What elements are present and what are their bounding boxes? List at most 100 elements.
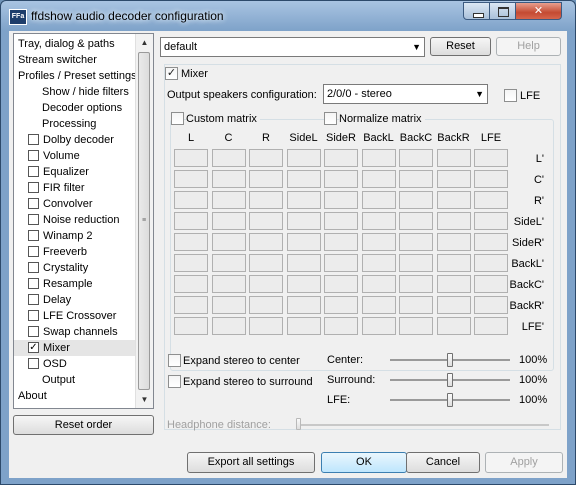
close-button[interactable]: ✕ — [515, 2, 562, 20]
matrix-cell[interactable] — [249, 254, 283, 272]
output-config-select[interactable]: 2/0/0 - stereo ▼ — [323, 84, 488, 104]
matrix-cell[interactable] — [324, 149, 358, 167]
matrix-cell[interactable] — [324, 296, 358, 314]
matrix-cell[interactable] — [436, 149, 471, 167]
scroll-down-icon[interactable]: ▼ — [136, 391, 153, 408]
matrix-cell[interactable] — [286, 191, 321, 209]
matrix-cell[interactable] — [361, 254, 396, 272]
matrix-cell[interactable] — [174, 317, 208, 335]
matrix-cell[interactable] — [211, 170, 246, 188]
export-all-settings-button[interactable]: Export all settings — [187, 452, 315, 473]
minimize-button[interactable] — [463, 2, 490, 20]
matrix-cell[interactable] — [324, 233, 358, 251]
tree-item[interactable]: Freeverb — [14, 244, 137, 260]
matrix-cell[interactable] — [399, 296, 433, 314]
matrix-cell[interactable] — [286, 233, 321, 251]
matrix-cell[interactable] — [399, 191, 433, 209]
scroll-up-icon[interactable]: ▲ — [136, 34, 153, 51]
level-slider-thumb[interactable] — [447, 373, 453, 387]
matrix-cell[interactable] — [399, 275, 433, 293]
matrix-cell[interactable] — [174, 296, 208, 314]
tree-item[interactable]: Crystality — [14, 260, 137, 276]
matrix-cell[interactable] — [174, 212, 208, 230]
tree-item-checkbox[interactable] — [28, 245, 39, 257]
tree-item[interactable]: Decoder options — [14, 100, 137, 116]
matrix-cell[interactable] — [211, 149, 246, 167]
tree-item-checkbox[interactable] — [28, 149, 39, 161]
matrix-cell[interactable] — [436, 212, 471, 230]
level-slider-thumb[interactable] — [447, 393, 453, 407]
tree-item[interactable]: FIR filter — [14, 180, 137, 196]
matrix-cell[interactable] — [249, 212, 283, 230]
matrix-cell[interactable] — [361, 191, 396, 209]
matrix-cell[interactable] — [399, 149, 433, 167]
matrix-cell[interactable] — [361, 233, 396, 251]
tree-item[interactable]: Resample — [14, 276, 137, 292]
tree-item[interactable]: Noise reduction — [14, 212, 137, 228]
matrix-cell[interactable] — [211, 212, 246, 230]
matrix-cell[interactable] — [474, 212, 508, 230]
tree-item[interactable]: Convolver — [14, 196, 137, 212]
tree-item[interactable]: LFE Crossover — [14, 308, 137, 324]
tree-scrollbar[interactable]: ▲ ≡ ▼ — [135, 34, 153, 408]
headphone-distance-slider[interactable] — [296, 418, 301, 430]
tree-item[interactable]: ✓ Mixer — [14, 340, 137, 356]
matrix-cell[interactable] — [361, 212, 396, 230]
tree-item[interactable]: Output — [14, 372, 137, 388]
matrix-cell[interactable] — [474, 233, 508, 251]
matrix-cell[interactable] — [436, 254, 471, 272]
scroll-thumb[interactable]: ≡ — [138, 52, 150, 390]
custom-matrix-checkbox[interactable] — [171, 112, 184, 125]
tree-item-checkbox[interactable] — [28, 165, 39, 177]
ok-button[interactable]: OK — [321, 452, 407, 473]
tree-item-checkbox[interactable] — [28, 229, 39, 241]
tree-item[interactable]: Swap channels — [14, 324, 137, 340]
matrix-cell[interactable] — [249, 191, 283, 209]
preset-select[interactable]: default ▼ — [160, 37, 425, 57]
tree-item-checkbox[interactable] — [28, 181, 39, 193]
matrix-cell[interactable] — [474, 191, 508, 209]
tree-item[interactable]: Processing — [14, 116, 137, 132]
matrix-cell[interactable] — [324, 317, 358, 335]
matrix-cell[interactable] — [361, 317, 396, 335]
matrix-cell[interactable] — [286, 317, 321, 335]
help-button[interactable]: Help — [496, 37, 561, 56]
matrix-cell[interactable] — [286, 149, 321, 167]
matrix-cell[interactable] — [249, 149, 283, 167]
matrix-cell[interactable] — [174, 149, 208, 167]
mixer-enable-checkbox[interactable]: ✓ — [165, 67, 178, 80]
matrix-cell[interactable] — [399, 254, 433, 272]
tree-item[interactable]: Dolby decoder — [14, 132, 137, 148]
tree-item[interactable]: Delay — [14, 292, 137, 308]
matrix-cell[interactable] — [211, 191, 246, 209]
matrix-cell[interactable] — [399, 317, 433, 335]
tree-item-checkbox[interactable] — [28, 277, 39, 289]
tree-item[interactable]: Volume — [14, 148, 137, 164]
tree-item[interactable]: About — [14, 388, 137, 404]
matrix-cell[interactable] — [174, 233, 208, 251]
tree-item[interactable]: OSD — [14, 356, 137, 372]
matrix-cell[interactable] — [174, 275, 208, 293]
expand-center-checkbox[interactable] — [168, 354, 181, 367]
matrix-cell[interactable] — [361, 296, 396, 314]
tree-item-checkbox[interactable] — [28, 357, 39, 369]
maximize-button[interactable] — [489, 2, 516, 20]
matrix-cell[interactable] — [474, 317, 508, 335]
matrix-cell[interactable] — [361, 275, 396, 293]
tree-item-checkbox[interactable] — [28, 213, 39, 225]
matrix-cell[interactable] — [324, 170, 358, 188]
settings-tree[interactable]: About Output OSD ✓ Mixer Swap channels LFE Cro… — [13, 33, 154, 409]
matrix-cell[interactable] — [436, 170, 471, 188]
tree-item-checkbox[interactable]: ✓ — [28, 341, 39, 353]
matrix-cell[interactable] — [286, 275, 321, 293]
matrix-cell[interactable] — [324, 212, 358, 230]
matrix-cell[interactable] — [474, 149, 508, 167]
tree-item[interactable]: Profiles / Preset settings — [14, 68, 137, 84]
matrix-cell[interactable] — [249, 317, 283, 335]
tree-item[interactable]: Winamp 2 — [14, 228, 137, 244]
reset-preset-button[interactable]: Reset — [430, 37, 491, 56]
matrix-cell[interactable] — [436, 191, 471, 209]
matrix-cell[interactable] — [474, 275, 508, 293]
matrix-cell[interactable] — [436, 296, 471, 314]
normalize-matrix-checkbox[interactable] — [324, 112, 337, 125]
